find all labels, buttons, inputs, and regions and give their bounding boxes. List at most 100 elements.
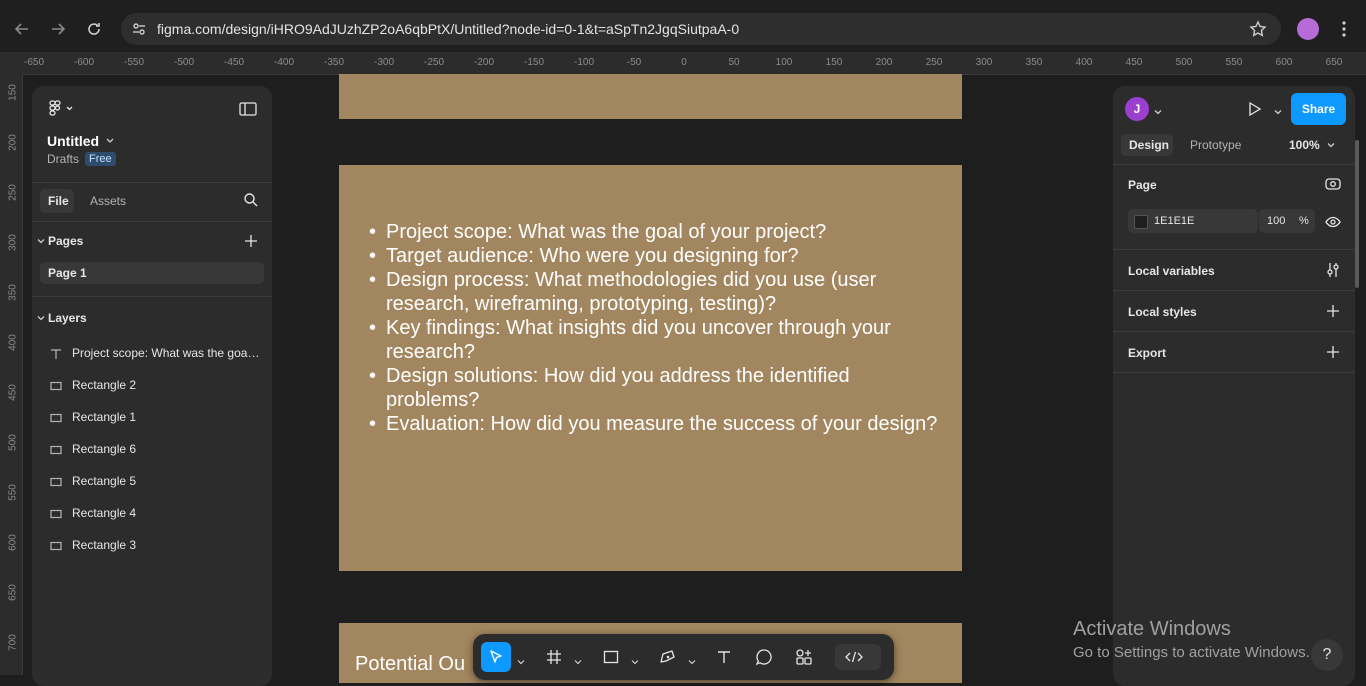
page-item[interactable]: Page 1 [40,262,264,284]
layer-label: Rectangle 3 [72,538,137,552]
file-location[interactable]: Drafts [47,152,79,166]
user-avatar[interactable]: J [1125,97,1149,121]
add-export-icon[interactable] [1326,345,1340,364]
move-tool-chevron-icon[interactable] [517,653,525,671]
search-icon[interactable] [243,192,259,213]
rectangle-tool-icon[interactable] [598,644,624,670]
frame-tool-icon[interactable] [541,644,567,670]
tab-design[interactable]: Design [1121,134,1173,156]
tab-assets[interactable]: Assets [90,194,126,208]
frame-rectangle-main[interactable]: Project scope: What was the goal of your… [339,165,962,571]
help-button[interactable]: ? [1311,639,1343,671]
reload-icon[interactable] [80,15,108,43]
tab-prototype[interactable]: Prototype [1190,138,1241,152]
pages-collapse-chevron-icon[interactable] [36,233,46,251]
present-options-chevron-icon[interactable] [1273,104,1283,122]
bullet-list-text[interactable]: Project scope: What was the goal of your… [369,220,946,436]
ruler-tick-label: -350 [323,57,345,68]
address-bar[interactable]: figma.com/design/iHRO9AdJUzhZP2oA6qbPtX/… [121,13,1281,45]
ruler-tick-label: -50 [626,57,642,68]
layer-row[interactable]: Rectangle 1 [32,401,272,433]
page-opacity-value[interactable]: 100 [1267,215,1285,227]
profile-avatar-icon[interactable] [1297,18,1319,40]
page-fill-color-field[interactable]: 1E1E1E [1128,209,1258,233]
bullet-item: Target audience: Who were you designing … [369,244,946,268]
local-styles-label[interactable]: Local styles [1128,305,1197,319]
ruler-tick-label: 200 [7,134,19,151]
layer-row[interactable]: Rectangle 4 [32,497,272,529]
plan-badge[interactable]: Free [85,152,116,166]
layer-row[interactable]: Rectangle 2 [32,369,272,401]
page-visibility-settings-icon[interactable] [1325,177,1341,196]
text-tool-icon[interactable] [711,644,737,670]
bookmark-star-icon[interactable] [1249,20,1267,43]
ruler-tick-label: -300 [373,57,395,68]
ruler-tick-label: 400 [1075,57,1093,68]
divider [1113,290,1355,291]
pen-tool-icon[interactable] [655,644,681,670]
layers-heading[interactable]: Layers [48,311,87,325]
ruler-tick-label: 350 [1025,57,1043,68]
ruler-tick-label: -100 [573,57,595,68]
add-style-icon[interactable] [1326,304,1340,323]
ruler-tick-label: -200 [473,57,495,68]
ruler-tick-label: 500 [7,434,19,451]
divider [1113,164,1355,165]
site-settings-icon[interactable] [131,21,147,42]
frame-tool-chevron-icon[interactable] [574,653,582,671]
rectangle-icon [50,443,62,455]
layers-collapse-chevron-icon[interactable] [36,310,46,328]
browser-menu-icon[interactable] [1336,20,1352,43]
share-button[interactable]: Share [1291,93,1346,125]
ruler-tick-label: 200 [875,57,893,68]
ruler-tick-label: -450 [223,57,245,68]
actions-tool-icon[interactable] [791,644,817,670]
rectangle-icon [50,379,62,391]
layer-row[interactable]: Rectangle 5 [32,465,272,497]
move-tool-icon[interactable] [481,642,511,672]
potential-outcomes-heading[interactable]: Potential Ou [355,653,465,676]
add-page-icon[interactable] [244,234,258,253]
bullet-item: Key findings: What insights did you unco… [369,316,946,364]
back-arrow-icon[interactable] [8,15,36,43]
rectangle-icon [50,539,62,551]
export-label[interactable]: Export [1128,346,1166,360]
chevron-down-icon[interactable] [1153,104,1163,122]
file-name-menu[interactable]: Untitled [47,132,115,150]
percent-sign: % [1299,215,1309,227]
layer-row[interactable]: Project scope: What was the goal ... [32,337,272,369]
variables-adjust-icon[interactable] [1326,262,1340,283]
ruler-tick-label: 300 [7,234,19,251]
layer-row[interactable]: Rectangle 3 [32,529,272,561]
browser-chrome: figma.com/design/iHRO9AdJUzhZP2oA6qbPtX/… [0,0,1366,58]
zoom-menu[interactable]: 100% [1289,138,1336,152]
ruler-tick-label: -500 [173,57,195,68]
page-opacity-field[interactable]: 100 % [1259,209,1315,233]
tab-file[interactable]: File [40,189,74,213]
layer-label: Rectangle 4 [72,506,137,520]
color-swatch[interactable] [1134,215,1148,229]
page-color-hex[interactable]: 1E1E1E [1154,215,1194,227]
ruler-tick-label: 250 [7,184,19,201]
pages-heading[interactable]: Pages [48,234,83,248]
url-text[interactable]: figma.com/design/iHRO9AdJUzhZP2oA6qbPtX/… [157,21,739,37]
dev-mode-toggle[interactable] [835,644,881,670]
divider [32,296,272,297]
forward-arrow-icon[interactable] [44,15,72,43]
panel-scrollbar[interactable] [1355,140,1359,288]
ruler-tick-label: 250 [925,57,943,68]
divider [1113,372,1355,373]
comment-tool-icon[interactable] [751,644,777,670]
layer-row[interactable]: Rectangle 6 [32,433,272,465]
local-variables-label[interactable]: Local variables [1128,264,1215,278]
shape-tool-chevron-icon[interactable] [631,653,639,671]
chevron-down-icon [105,132,115,150]
eye-icon[interactable] [1325,215,1341,233]
pen-tool-chevron-icon[interactable] [688,653,696,671]
layer-label: Rectangle 6 [72,442,137,456]
windows-activation-watermark: Activate Windows Go to Settings to activ… [1073,618,1310,661]
frame-rectangle-top[interactable] [339,74,962,119]
present-play-icon[interactable] [1247,101,1263,122]
toggle-sidebar-icon[interactable] [239,102,257,121]
figma-menu-icon[interactable] [48,100,76,121]
